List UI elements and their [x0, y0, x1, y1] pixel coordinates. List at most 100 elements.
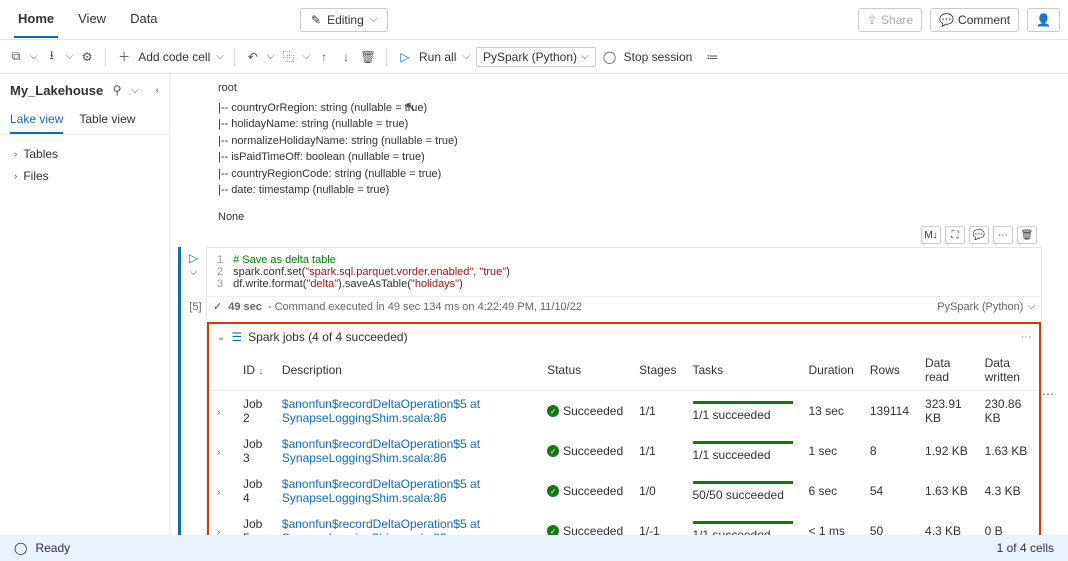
chevron-down-icon[interactable]: ⌵ — [190, 267, 198, 278]
spark-job-row[interactable]: ›Job 5$anonfun$recordDeltaOperation$5 at… — [209, 511, 1039, 535]
chevron-down-icon[interactable]: ⌵ — [66, 51, 74, 62]
pencil-icon: ✎ — [311, 13, 321, 27]
collapse-sidebar-icon[interactable]: ‹ — [156, 85, 159, 96]
collapse-spark-icon[interactable]: ⌄ — [217, 332, 225, 343]
job-desc-link[interactable]: $anonfun$recordDeltaOperation$5 at Synap… — [282, 477, 480, 505]
spark-table: ID ↓ Description Status Stages Tasks Dur… — [209, 350, 1039, 535]
format-icon[interactable]: ⧉ — [8, 49, 24, 65]
download-icon[interactable]: ⭳ — [44, 49, 60, 65]
exec-lang: PySpark (Python) — [937, 301, 1023, 313]
status-icon: ◯ — [14, 541, 27, 555]
delete-icon[interactable]: 🗑 — [360, 49, 376, 65]
chevron-down-icon[interactable]: ⌵ — [216, 51, 224, 62]
stop-icon[interactable]: ◯ — [602, 49, 618, 65]
sidebar: My_Lakehouse ⚲ ⌵ ‹ Lake view Table view … — [0, 74, 170, 535]
cell-count: 1 of 4 cells — [997, 541, 1054, 555]
add-code-cell-button[interactable]: Add code cell — [138, 50, 210, 64]
table-view-tab[interactable]: Table view — [79, 106, 135, 134]
spark-job-row[interactable]: ›Job 2$anonfun$recordDeltaOperation$5 at… — [209, 391, 1039, 432]
expand-icon[interactable]: ⛶ — [945, 226, 965, 244]
job-read: 4.3 KB — [917, 511, 977, 535]
line-numbers: 123 — [217, 254, 233, 290]
stop-session-button[interactable]: Stop session — [624, 50, 693, 64]
out-none: None — [218, 209, 1050, 226]
more-spark-icon[interactable]: ⋯ — [1021, 332, 1031, 343]
move-up-icon[interactable]: ↑ — [316, 49, 332, 65]
code-editor[interactable]: 123 # Save as delta table spark.conf.set… — [207, 248, 1041, 296]
chevron-down-icon[interactable]: ⌵ — [30, 51, 38, 62]
lake-view-tab[interactable]: Lake view — [10, 106, 63, 134]
spark-job-row[interactable]: ›Job 3$anonfun$recordDeltaOperation$5 at… — [209, 431, 1039, 471]
top-bar: Home View Data ✎ Editing ⌵ ⇪ Share 💬 Com… — [0, 0, 1068, 40]
tab-data[interactable]: Data — [126, 1, 161, 38]
job-stages: 1/0 — [631, 471, 684, 511]
chevron-right-icon[interactable]: › — [217, 487, 220, 498]
success-icon: ✓ — [547, 485, 559, 497]
divider — [105, 48, 106, 66]
editing-mode-dropdown[interactable]: ✎ Editing ⌵ — [300, 8, 388, 32]
move-down-icon[interactable]: ↓ — [338, 49, 354, 65]
files-node[interactable]: › Files — [6, 165, 163, 187]
job-desc-link[interactable]: $anonfun$recordDeltaOperation$5 at Synap… — [282, 397, 480, 425]
col-tasks[interactable]: Tasks — [685, 350, 801, 391]
success-icon: ✓ — [547, 445, 559, 457]
tables-node[interactable]: › Tables — [6, 143, 163, 165]
job-written: 0 B — [977, 511, 1039, 535]
chevron-down-icon[interactable]: ⌵ — [462, 51, 470, 62]
chevron-right-icon[interactable]: › — [217, 527, 220, 535]
col-written[interactable]: Data written — [977, 350, 1039, 391]
comment-icon: 💬 — [939, 13, 954, 27]
kernel-label: PySpark (Python) — [483, 50, 577, 64]
chevron-right-icon[interactable]: › — [217, 447, 220, 458]
chevron-down-icon[interactable]: ⌵ — [131, 85, 139, 96]
undo-icon[interactable]: ↶ — [245, 49, 261, 65]
kernel-selector[interactable]: PySpark (Python) ⌵ — [476, 47, 596, 67]
run-cell-icon[interactable]: ▷ — [189, 251, 198, 265]
comment-cell-icon[interactable]: 💬 — [969, 226, 989, 244]
col-rows[interactable]: Rows — [862, 350, 917, 391]
comment-label: Comment — [958, 13, 1010, 27]
success-icon: ✓ — [547, 405, 559, 417]
comment-button[interactable]: 💬 Comment — [930, 8, 1019, 32]
people-button[interactable]: 👤 — [1027, 8, 1060, 32]
col-id[interactable]: ID ↓ — [235, 350, 274, 391]
tasks-progress — [693, 481, 793, 484]
files-label: Files — [23, 169, 48, 183]
job-desc-link[interactable]: $anonfun$recordDeltaOperation$5 at Synap… — [282, 517, 480, 535]
out-line: |-- date: timestamp (nullable = true) — [218, 182, 1050, 199]
chevron-down-icon[interactable]: ⌵ — [267, 51, 275, 62]
cell-gutter: ▷ ⌵ — [178, 247, 206, 535]
chevron-down-icon[interactable]: ⌵ — [302, 51, 310, 62]
variables-icon[interactable]: ≔ — [704, 49, 720, 65]
copy-icon[interactable]: ⿻ — [280, 49, 296, 65]
chevron-right-icon: › — [14, 171, 17, 182]
job-written: 4.3 KB — [977, 471, 1039, 511]
delete-cell-icon[interactable]: 🗑 — [1017, 226, 1037, 244]
run-all-button[interactable]: Run all — [419, 50, 456, 64]
share-icon: ⇪ — [867, 13, 877, 27]
cell-output-more[interactable]: ⋯ — [1042, 247, 1060, 535]
settings-icon[interactable]: ⚙ — [79, 49, 95, 65]
tab-home[interactable]: Home — [14, 1, 58, 38]
cell-tools: M↓ ⛶ 💬 ⋯ 🗑 — [921, 226, 1037, 244]
share-button[interactable]: ⇪ Share — [858, 8, 922, 32]
col-status[interactable]: Status — [539, 350, 631, 391]
tab-view[interactable]: View — [74, 1, 110, 38]
spark-job-row[interactable]: ›Job 4$anonfun$recordDeltaOperation$5 at… — [209, 471, 1039, 511]
more-cell-icon[interactable]: ⋯ — [993, 226, 1013, 244]
col-desc[interactable]: Description — [274, 350, 539, 391]
tables-label: Tables — [23, 147, 58, 161]
job-desc-link[interactable]: $anonfun$recordDeltaOperation$5 at Synap… — [282, 437, 480, 465]
plus-icon[interactable]: ＋ — [116, 49, 132, 65]
chevron-down-icon[interactable]: ⌵ — [1027, 301, 1035, 312]
col-duration[interactable]: Duration — [801, 350, 862, 391]
tasks-progress — [693, 521, 793, 524]
run-icon[interactable]: ▷ — [397, 49, 413, 65]
col-stages[interactable]: Stages — [631, 350, 684, 391]
code-lines: # Save as delta table spark.conf.set("sp… — [233, 254, 510, 290]
chevron-right-icon[interactable]: › — [217, 407, 220, 418]
col-read[interactable]: Data read — [917, 350, 977, 391]
pin-icon[interactable]: ⚲ — [109, 82, 125, 98]
markdown-toggle[interactable]: M↓ — [921, 226, 941, 244]
chevron-down-icon: ⌵ — [370, 14, 378, 25]
